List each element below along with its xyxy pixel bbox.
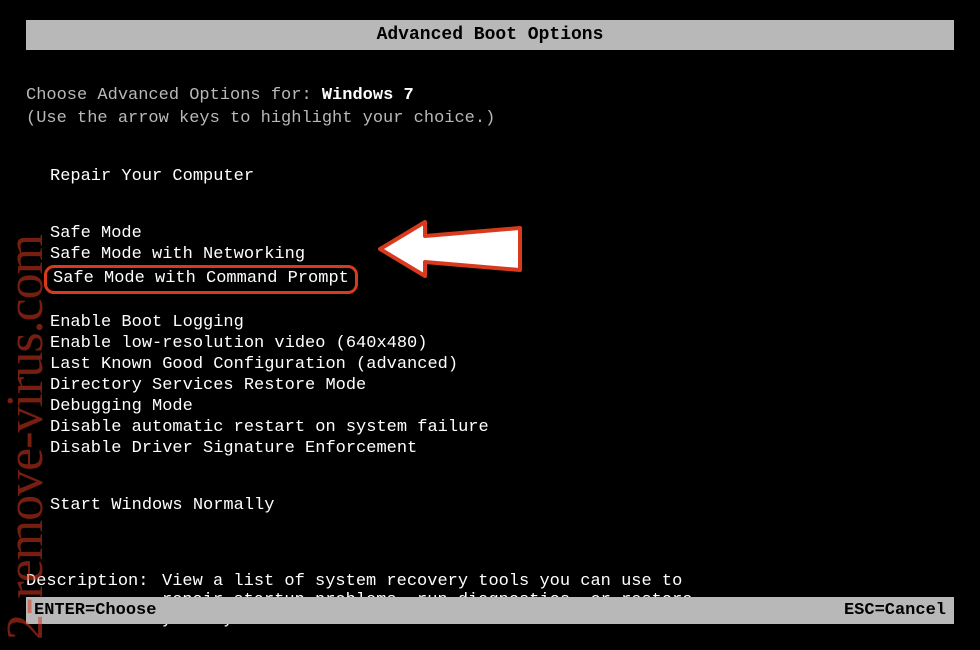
content-area: Choose Advanced Options for: Windows 7 (… [0,50,980,629]
option-repair-your-computer[interactable]: Repair Your Computer [50,166,254,187]
option-low-res-video[interactable]: Enable low-resolution video (640x480) [50,333,427,354]
hint-line: (Use the arrow keys to highlight your ch… [26,109,954,128]
option-debugging-mode[interactable]: Debugging Mode [50,396,193,417]
option-safe-mode-networking[interactable]: Safe Mode with Networking [50,244,305,265]
highlight-box: Safe Mode with Command Prompt [44,265,358,294]
option-start-windows-normally[interactable]: Start Windows Normally [50,495,274,516]
choose-os: Windows 7 [322,86,414,105]
option-enable-boot-logging[interactable]: Enable Boot Logging [50,312,244,333]
option-disable-driver-sig[interactable]: Disable Driver Signature Enforcement [50,438,417,459]
choose-label: Choose Advanced Options for: [26,86,322,105]
option-safe-mode-command-prompt[interactable]: Safe Mode with Command Prompt [53,268,349,289]
option-last-known-good[interactable]: Last Known Good Configuration (advanced) [50,354,458,375]
title-bar: Advanced Boot Options [26,20,954,50]
choose-line: Choose Advanced Options for: Windows 7 [26,86,954,105]
esc-hint: ESC=Cancel [844,601,946,620]
option-disable-auto-restart[interactable]: Disable automatic restart on system fail… [50,417,489,438]
enter-hint: ENTER=Choose [34,601,156,620]
option-safe-mode[interactable]: Safe Mode [50,223,142,244]
bottom-bar: ENTER=Choose ESC=Cancel [26,597,954,624]
option-directory-services-restore[interactable]: Directory Services Restore Mode [50,375,366,396]
